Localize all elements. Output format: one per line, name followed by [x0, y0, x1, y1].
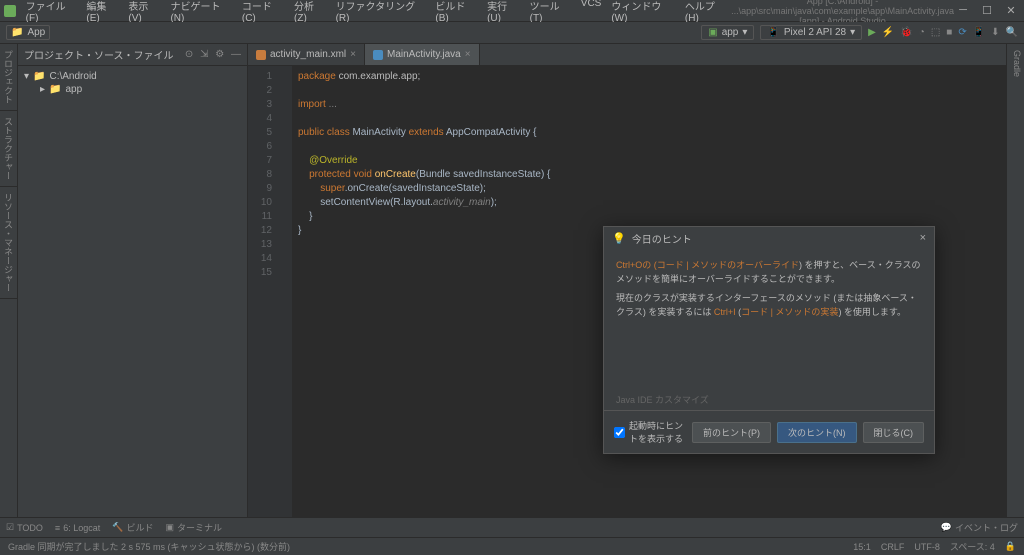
phone-icon: 📱 [767, 27, 779, 38]
tab-main-activity-java[interactable]: MainActivity.java × [365, 44, 480, 65]
chevron-right-icon: ▸ [40, 84, 45, 95]
status-message: Gradle 同期が完了しました 2 s 575 ms (キャッシュ状態から) … [8, 540, 290, 553]
close-tab-icon[interactable]: × [465, 49, 471, 60]
line-separator[interactable]: CRLF [881, 542, 905, 552]
close-tab-icon[interactable]: × [350, 49, 356, 60]
tree-root[interactable]: ▾ 📁 C:\Android [24, 70, 241, 83]
close-window-button[interactable]: ✕ [1002, 4, 1020, 17]
cursor-position[interactable]: 15:1 [853, 542, 871, 552]
minimize-button[interactable]: ─ [954, 4, 972, 17]
window-controls: ─ ☐ ✕ [954, 4, 1020, 17]
xml-file-icon [256, 50, 266, 60]
navigation-bar: 📁 App ▣ app ▾ 📱 Pixel 2 API 28 ▾ ▶ ⚡ 🐞 ◔… [0, 22, 1024, 44]
lock-icon[interactable]: 🔒 [1005, 541, 1016, 552]
folder-icon: 📁 [49, 84, 61, 95]
left-tool-strip: プロジェクト ストラクチャー リソース・マネージャー [0, 44, 18, 517]
gutter: 123456789101112131415 [248, 66, 278, 517]
android-studio-logo-icon [4, 5, 16, 17]
tip-of-the-day-dialog: 💡 今日のヒント × Ctrl+Oの (コード | メソッドのオーバーライド) … [603, 226, 935, 454]
avd-manager-button[interactable]: 📱 [973, 27, 985, 38]
sidebar-title: プロジェクト・ソース・ファイル [24, 47, 181, 62]
apply-changes-button[interactable]: ⚡ [882, 27, 894, 38]
indent-info[interactable]: スペース: 4 [950, 540, 995, 553]
attach-debugger-button[interactable]: ⬚ [931, 27, 940, 38]
folder-icon: 📁 [11, 27, 23, 38]
logcat-tool[interactable]: ≡ 6: Logcat [55, 523, 100, 533]
next-tip-button[interactable]: 次のヒント(N) [777, 422, 857, 443]
profiler-button[interactable]: ◔ [919, 27, 925, 38]
status-bar: Gradle 同期が完了しました 2 s 575 ms (キャッシュ状態から) … [0, 537, 1024, 555]
editor-tabs: activity_main.xml × MainActivity.java × [248, 44, 1006, 66]
build-tool[interactable]: 🔨 ビルド [112, 521, 153, 534]
close-dialog-button[interactable]: 閉じる(C) [863, 422, 925, 443]
locate-icon[interactable]: ⊙ [185, 49, 193, 60]
run-button[interactable]: ▶ [868, 27, 876, 38]
project-tree[interactable]: ▾ 📁 C:\Android ▸ 📁 app [18, 66, 247, 100]
resources-tool-tab[interactable]: リソース・マネージャー [0, 187, 17, 299]
dialog-close-icon[interactable]: × [920, 232, 926, 244]
chevron-down-icon: ▾ [24, 71, 29, 82]
device-select[interactable]: 📱 Pixel 2 API 28 ▾ [760, 25, 862, 40]
gear-icon[interactable]: ⚙ [215, 49, 224, 60]
folder-icon: 📁 [33, 71, 45, 82]
expand-icon[interactable]: ⇲ [200, 49, 208, 60]
tree-node-app[interactable]: ▸ 📁 app [40, 83, 241, 96]
chevron-down-icon: ▾ [850, 27, 855, 38]
editor-area: activity_main.xml × MainActivity.java × … [248, 44, 1006, 517]
project-sidebar: プロジェクト・ソース・ファイル ⊙ ⇲ ⚙ — ▾ 📁 C:\Android ▸… [18, 44, 248, 517]
run-config-select[interactable]: ▣ app ▾ [701, 25, 754, 40]
todo-tool[interactable]: ☑ TODO [6, 522, 43, 533]
bottom-tool-strip: ☑ TODO ≡ 6: Logcat 🔨 ビルド ▣ ターミナル 💬 イベント・… [0, 517, 1024, 537]
hide-sidebar-icon[interactable]: — [231, 49, 241, 60]
search-everywhere-button[interactable]: 🔍 [1006, 27, 1018, 38]
stop-button[interactable]: ■ [946, 27, 952, 38]
structure-tool-tab[interactable]: ストラクチャー [0, 111, 17, 187]
sync-gradle-button[interactable]: ⟳ [958, 27, 966, 38]
java-file-icon [373, 50, 383, 60]
android-icon: ▣ [708, 27, 717, 38]
tab-activity-main-xml[interactable]: activity_main.xml × [248, 44, 365, 65]
chevron-down-icon: ▾ [742, 27, 747, 38]
right-tool-strip: Gradle [1006, 44, 1024, 517]
sdk-manager-button[interactable]: ⬇ [991, 27, 999, 38]
checkbox-input[interactable] [614, 427, 625, 438]
project-selector[interactable]: 📁 App [6, 25, 50, 40]
title-bar: ファイル(F) 編集(E) 表示(V) ナビゲート(N) コード(C) 分析(Z… [0, 0, 1024, 22]
show-on-startup-checkbox[interactable]: 起動時にヒントを表示する [614, 419, 686, 445]
project-label: App [27, 27, 45, 38]
file-encoding[interactable]: UTF-8 [914, 542, 940, 552]
debug-button[interactable]: 🐞 [900, 27, 912, 38]
dialog-link[interactable]: Java IDE カスタマイズ [604, 389, 934, 410]
dialog-title: 今日のヒント [632, 231, 920, 246]
dialog-body: Ctrl+Oの (コード | メソッドのオーバーライド) を押すと、ベース・クラ… [604, 249, 934, 389]
terminal-tool[interactable]: ▣ ターミナル [165, 521, 222, 534]
maximize-button[interactable]: ☐ [978, 4, 996, 17]
gradle-tool-tab[interactable]: Gradle [1007, 44, 1024, 83]
bulb-icon: 💡 [612, 232, 626, 245]
project-tool-tab[interactable]: プロジェクト [0, 44, 17, 111]
previous-tip-button[interactable]: 前のヒント(P) [692, 422, 771, 443]
event-log-tool[interactable]: 💬 イベント・ログ [941, 521, 1018, 534]
